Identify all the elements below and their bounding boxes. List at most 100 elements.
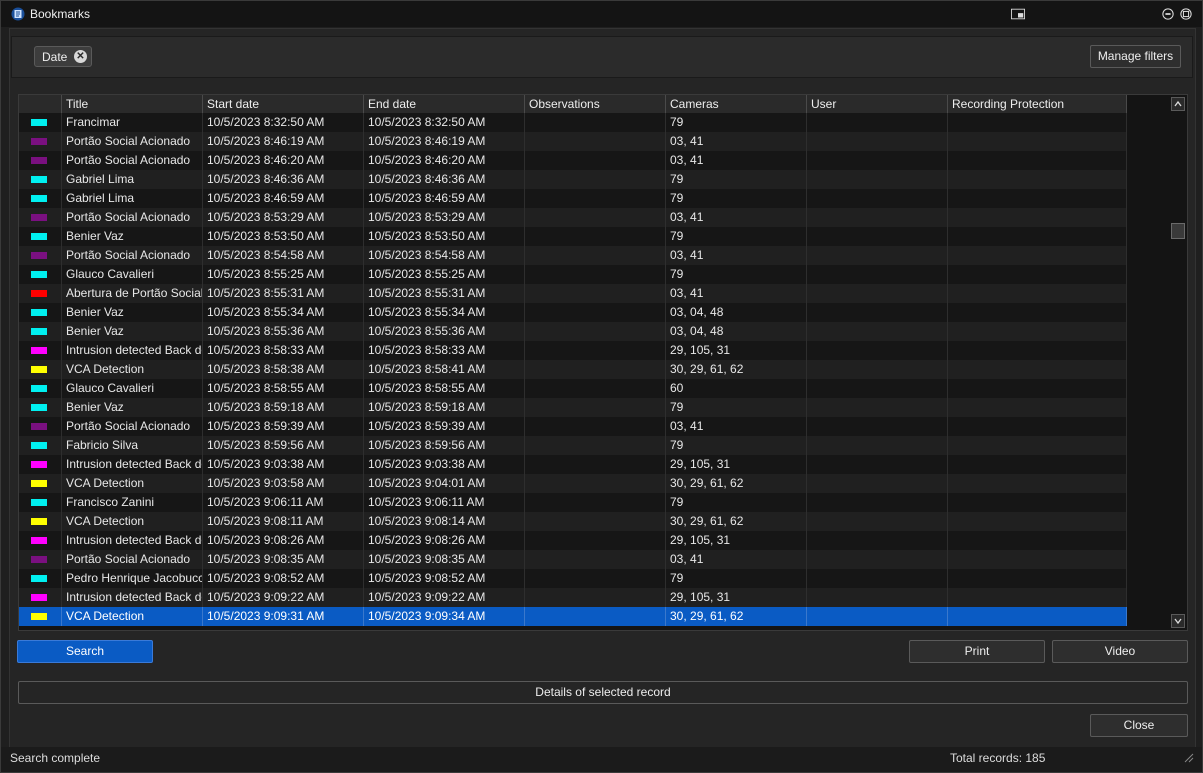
column-header-end-date[interactable]: End date xyxy=(364,95,525,113)
table-row[interactable]: Pedro Henrique Jacobucci 10/5/2023 9:08:5… xyxy=(19,569,1127,588)
filter-chip-date[interactable]: Date ✕ xyxy=(34,46,92,67)
column-header-title[interactable]: Title xyxy=(62,95,203,113)
recording-protection-cell xyxy=(948,493,1127,512)
table-row[interactable]: Benier Vaz 10/5/2023 8:55:36 AM 10/5/2023 … xyxy=(19,322,1127,341)
title-cell: Francimar xyxy=(62,113,203,132)
cameras-cell: 79 xyxy=(666,170,807,189)
table-row[interactable]: Francisco Zanini 10/5/2023 9:06:11 AM 10/5… xyxy=(19,493,1127,512)
search-button[interactable]: Search xyxy=(17,640,153,663)
recording-protection-cell xyxy=(948,379,1127,398)
title-cell: Portão Social Acionado xyxy=(62,208,203,227)
vertical-scrollbar[interactable] xyxy=(1169,95,1187,630)
recording-protection-cell xyxy=(948,531,1127,550)
observations-cell xyxy=(525,132,666,151)
user-cell xyxy=(807,360,948,379)
color-cell xyxy=(19,531,62,550)
user-cell xyxy=(807,474,948,493)
end-date-cell: 10/5/2023 8:55:25 AM xyxy=(364,265,525,284)
cameras-cell: 03, 41 xyxy=(666,550,807,569)
table-row[interactable]: Intrusion detected Back door10/5/2023 8:… xyxy=(19,341,1127,360)
table-row[interactable]: Portão Social Acionado 10/5/2023 8:59:39 … xyxy=(19,417,1127,436)
observations-cell xyxy=(525,113,666,132)
cameras-cell: 29, 105, 31 xyxy=(666,588,807,607)
cameras-cell: 03, 04, 48 xyxy=(666,303,807,322)
color-cell xyxy=(19,170,62,189)
table-row[interactable]: Portão Social Acionado 10/5/2023 9:08:35 … xyxy=(19,550,1127,569)
table-row[interactable]: Gabriel Lima 10/5/2023 8:46:36 AM 10/5/202… xyxy=(19,170,1127,189)
table-row[interactable]: VCA Detection 10/5/2023 9:08:11 AM 10/5/20… xyxy=(19,512,1127,531)
table-row[interactable]: Portão Social Acionado 10/5/2023 8:46:19 … xyxy=(19,132,1127,151)
table-row[interactable]: Benier Vaz 10/5/2023 8:59:18 AM 10/5/2023 … xyxy=(19,398,1127,417)
end-date-cell: 10/5/2023 9:04:01 AM xyxy=(364,474,525,493)
end-date-cell: 10/5/2023 8:46:19 AM xyxy=(364,132,525,151)
title-cell: VCA Detection xyxy=(62,474,203,493)
manage-filters-button[interactable]: Manage filters xyxy=(1090,45,1181,68)
user-cell xyxy=(807,227,948,246)
title-cell: Intrusion detected Back door xyxy=(62,455,203,474)
table-row[interactable]: Intrusion detected Back door10/5/2023 9:… xyxy=(19,588,1127,607)
table-row[interactable]: Intrusion detected Back door10/5/2023 9:… xyxy=(19,531,1127,550)
recording-protection-cell xyxy=(948,227,1127,246)
user-cell xyxy=(807,493,948,512)
bookmark-color-swatch xyxy=(31,423,47,430)
table-row[interactable]: VCA Detection 10/5/2023 8:58:38 AM 10/5/20… xyxy=(19,360,1127,379)
color-cell xyxy=(19,360,62,379)
column-header-cameras[interactable]: Cameras xyxy=(666,95,807,113)
title-cell: Portão Social Acionado xyxy=(62,246,203,265)
start-date-cell: 10/5/2023 8:58:38 AM xyxy=(203,360,364,379)
video-button[interactable]: Video xyxy=(1052,640,1188,663)
user-cell xyxy=(807,322,948,341)
table-row[interactable]: Portão Social Acionado 10/5/2023 8:46:20 … xyxy=(19,151,1127,170)
bookmark-color-swatch xyxy=(31,556,47,563)
status-bar: Search complete Total records: 185 xyxy=(1,747,1202,772)
table-row[interactable]: Glauco Cavalieri 10/5/2023 8:55:25 AM 10/5… xyxy=(19,265,1127,284)
column-header-color[interactable] xyxy=(19,95,62,113)
table-row[interactable]: Benier Vaz 10/5/2023 8:53:50 AM 10/5/2023 … xyxy=(19,227,1127,246)
observations-cell xyxy=(525,322,666,341)
maximize-icon[interactable] xyxy=(1179,8,1193,20)
cameras-cell: 03, 41 xyxy=(666,151,807,170)
table-row[interactable]: Gabriel Lima 10/5/2023 8:46:59 AM 10/5/202… xyxy=(19,189,1127,208)
resize-grip-icon[interactable] xyxy=(1184,753,1194,763)
table-row[interactable]: VCA Detection 10/5/2023 9:03:58 AM 10/5/20… xyxy=(19,474,1127,493)
user-cell xyxy=(807,398,948,417)
table-row[interactable]: Francimar 10/5/2023 8:32:50 AM 10/5/2023 8… xyxy=(19,113,1127,132)
start-date-cell: 10/5/2023 8:59:39 AM xyxy=(203,417,364,436)
column-header-user[interactable]: User xyxy=(807,95,948,113)
app-icon xyxy=(11,7,25,21)
table-row-selected[interactable]: VCA Detection 10/5/2023 9:09:31 AM 10/5/20… xyxy=(19,607,1127,626)
end-date-cell: 10/5/2023 9:08:52 AM xyxy=(364,569,525,588)
table-row[interactable]: Portão Social Acionado 10/5/2023 8:53:29 … xyxy=(19,208,1127,227)
column-header-observations[interactable]: Observations xyxy=(525,95,666,113)
close-button[interactable]: Close xyxy=(1090,714,1188,737)
observations-cell xyxy=(525,341,666,360)
table-row[interactable]: Intrusion detected Back door10/5/2023 9:… xyxy=(19,455,1127,474)
table-row[interactable]: Portão Social Acionado 10/5/2023 8:54:58 … xyxy=(19,246,1127,265)
color-cell xyxy=(19,474,62,493)
table-row[interactable]: Fabricio Silva 10/5/2023 8:59:56 AM 10/5/2… xyxy=(19,436,1127,455)
minimize-icon[interactable] xyxy=(1161,8,1175,20)
bookmark-color-swatch xyxy=(31,385,47,392)
user-cell xyxy=(807,246,948,265)
column-header-start-date[interactable]: Start date xyxy=(203,95,364,113)
start-date-cell: 10/5/2023 9:06:11 AM xyxy=(203,493,364,512)
user-cell xyxy=(807,284,948,303)
title-cell: Portão Social Acionado xyxy=(62,132,203,151)
dock-icon[interactable] xyxy=(1011,8,1025,20)
color-cell xyxy=(19,227,62,246)
table-row[interactable]: Benier Vaz 10/5/2023 8:55:34 AM 10/5/2023 … xyxy=(19,303,1127,322)
scroll-up-icon[interactable] xyxy=(1171,97,1185,111)
scroll-down-icon[interactable] xyxy=(1171,614,1185,628)
user-cell xyxy=(807,208,948,227)
table-row[interactable]: Abertura de Portão Social 10/5/2023 8:55:… xyxy=(19,284,1127,303)
remove-filter-icon[interactable]: ✕ xyxy=(74,50,87,63)
column-header-recording-protection[interactable]: Recording Protection xyxy=(948,95,1127,113)
print-button[interactable]: Print xyxy=(909,640,1045,663)
color-cell xyxy=(19,341,62,360)
bookmarks-table: Title Start date End date Observations Camer… xyxy=(18,94,1188,631)
table-row[interactable]: Glauco Cavalieri 10/5/2023 8:58:55 AM 10/5… xyxy=(19,379,1127,398)
details-of-selected-record-button[interactable]: Details of selected record xyxy=(18,681,1188,704)
scrollbar-thumb[interactable] xyxy=(1171,223,1185,239)
filter-bar xyxy=(11,36,1193,78)
title-cell: Intrusion detected Back door xyxy=(62,341,203,360)
